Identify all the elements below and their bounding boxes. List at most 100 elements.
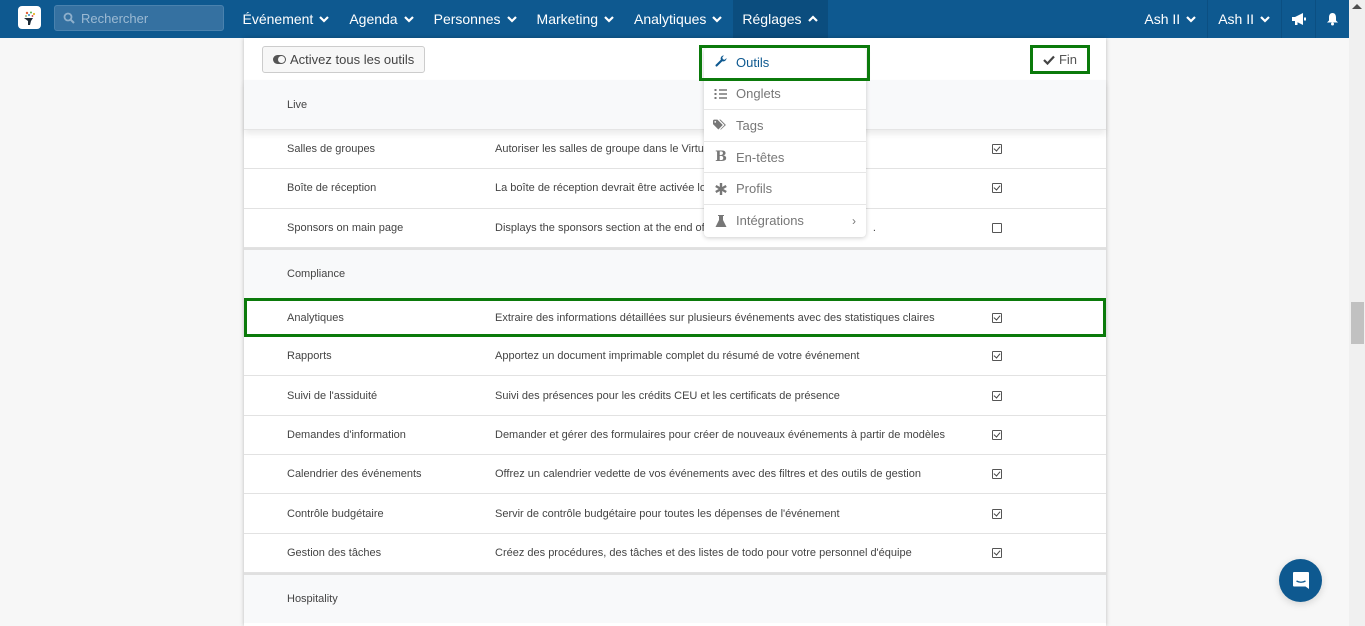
done-button[interactable]: Fin: [1030, 45, 1090, 74]
menu-item-onglets[interactable]: Onglets: [704, 79, 866, 111]
tool-description: Offrez un calendrier vedette de vos évén…: [495, 468, 921, 481]
tool-name: Calendrier des événements: [287, 468, 422, 481]
tool-name: Suivi de l'assiduité: [287, 389, 378, 402]
menu-item-integrations[interactable]: Intégrations ›: [704, 205, 866, 237]
tool-enabled-checkbox[interactable]: [992, 222, 1002, 233]
tool-row: Contrôle budgétaire Servir de contrôle b…: [244, 494, 1106, 534]
section-header-hospitality: Hospitality: [244, 572, 1106, 623]
tool-row: Sponsors on main page Displays the spons…: [244, 209, 1106, 248]
tool-enabled-checkbox[interactable]: [992, 469, 1002, 480]
menu-item-label: Profils: [736, 181, 773, 197]
chevron-down-icon: [319, 16, 330, 23]
nav-label: Agenda: [349, 11, 398, 27]
tool-enabled-checkbox[interactable]: [992, 312, 1002, 323]
wrench-icon: [715, 55, 727, 67]
nav-personnes[interactable]: Personnes: [424, 0, 527, 38]
menu-item-en-tetes[interactable]: B En-têtes: [704, 142, 866, 174]
submenu-arrow-icon: ›: [852, 213, 856, 228]
tool-name: Salles de groupes: [287, 143, 376, 156]
app-logo[interactable]: [18, 6, 41, 29]
chevron-down-icon: [403, 16, 414, 23]
tool-enabled-checkbox[interactable]: [992, 390, 1002, 401]
user-name: Ash II: [1218, 11, 1254, 27]
chevron-down-icon: [506, 16, 517, 23]
tool-description: Suivi des présences pour les crédits CEU…: [495, 389, 840, 402]
asterisk-icon: [715, 182, 727, 195]
menu-item-label: Intégrations: [736, 213, 804, 229]
tool-description: Demander et gérer des formulaires pour c…: [495, 428, 946, 441]
chat-launcher-button[interactable]: [1279, 559, 1322, 602]
tool-name: Analytiques: [287, 311, 344, 324]
user-name: Ash II: [1144, 11, 1181, 27]
nav-agenda[interactable]: Agenda: [340, 0, 424, 38]
nav-label: Analytiques: [634, 11, 707, 27]
nav-analytiques[interactable]: Analytiques: [625, 0, 733, 38]
tool-enabled-checkbox[interactable]: [992, 508, 1002, 519]
tool-name: Boîte de réception: [287, 182, 377, 195]
done-label: Fin: [1058, 52, 1078, 67]
scrollbar-thumb[interactable]: [1351, 302, 1364, 344]
tool-enabled-checkbox[interactable]: [992, 144, 1002, 155]
nav-evenement[interactable]: Événement: [233, 0, 340, 38]
tool-enabled-checkbox[interactable]: [992, 429, 1002, 440]
nav-label: Événement: [242, 11, 314, 27]
section-header-compliance: Compliance: [244, 247, 1106, 298]
tool-row: Boîte de réception La boîte de réception…: [244, 169, 1106, 209]
check-icon: [1043, 55, 1055, 65]
tool-description: Extraire des informations détaillées sur…: [495, 311, 935, 324]
tool-name: Rapports: [287, 350, 332, 363]
tool-row: Gestion des tâches Créez des procédures,…: [244, 534, 1106, 573]
activate-all-tools-button[interactable]: Activez tous les outils: [262, 46, 426, 73]
tool-enabled-checkbox[interactable]: [992, 183, 1002, 194]
nav-reglages[interactable]: Réglages: [732, 0, 829, 38]
list-icon: [714, 88, 727, 99]
tool-enabled-checkbox[interactable]: [992, 547, 1002, 558]
nav-label: Personnes: [433, 11, 501, 27]
search-icon: [63, 12, 75, 24]
section-title: Compliance: [287, 267, 346, 280]
bell-icon: [1327, 13, 1338, 26]
nav-label: Marketing: [536, 11, 599, 27]
search-box[interactable]: [54, 5, 224, 31]
menu-item-label: Onglets: [736, 86, 781, 102]
menu-item-outils[interactable]: Outils: [699, 45, 870, 81]
section-header-live: Live: [244, 80, 1106, 130]
main-nav: Événement Agenda Personnes Marketing Ana…: [233, 0, 829, 38]
user-nav: Ash II Ash II: [1134, 0, 1349, 38]
tool-row: Salles de groupes Autoriser les salles d…: [244, 130, 1106, 170]
chevron-down-icon: [1186, 16, 1196, 23]
menu-item-profils[interactable]: Profils: [704, 173, 866, 205]
logo-icon: [23, 11, 35, 25]
chevron-down-icon: [712, 16, 723, 23]
scroll-up-arrow-icon[interactable]: [1352, 4, 1362, 9]
menu-item-label: Outils: [736, 54, 770, 70]
tags-icon: [713, 120, 726, 130]
nav-label: Réglages: [742, 11, 802, 27]
tools-panel: Activez tous les outils Fin Live Salles …: [244, 38, 1106, 626]
megaphone-icon: [1291, 13, 1306, 25]
menu-item-tags[interactable]: Tags: [704, 110, 866, 142]
tool-description: Apportez un document imprimable complet …: [495, 350, 860, 363]
menu-item-label: Tags: [736, 117, 764, 133]
user-menu-2[interactable]: Ash II: [1207, 0, 1281, 38]
chat-icon: [1292, 571, 1309, 589]
announcements-button[interactable]: [1281, 0, 1315, 38]
tool-description: Servir de contrôle budgétaire pour toute…: [495, 507, 840, 520]
toggle-icon: [273, 55, 286, 64]
flask-icon: [715, 214, 727, 227]
tool-name: Gestion des tâches: [287, 546, 382, 559]
notifications-button[interactable]: [1315, 0, 1349, 38]
nav-marketing[interactable]: Marketing: [527, 0, 624, 38]
tool-row: Rapports Apportez un document imprimable…: [244, 337, 1106, 377]
tool-description: Créez des procédures, des tâches et des …: [495, 546, 912, 559]
chevron-down-icon: [1260, 16, 1270, 23]
tool-row: Demandes d'information Demander et gérer…: [244, 416, 1106, 456]
settings-dropdown-menu: Outils Onglets Tags B En-têtes Profils I…: [699, 45, 870, 237]
user-menu-1[interactable]: Ash II: [1134, 0, 1207, 38]
tool-row: Suivi de l'assiduité Suivi des présences…: [244, 376, 1106, 416]
tool-enabled-checkbox[interactable]: [992, 351, 1002, 362]
section-title: Hospitality: [287, 592, 338, 605]
search-input[interactable]: [81, 10, 211, 26]
chevron-down-icon: [604, 16, 614, 23]
tool-row-highlighted: Analytiques Extraire des informations dé…: [244, 297, 1106, 338]
